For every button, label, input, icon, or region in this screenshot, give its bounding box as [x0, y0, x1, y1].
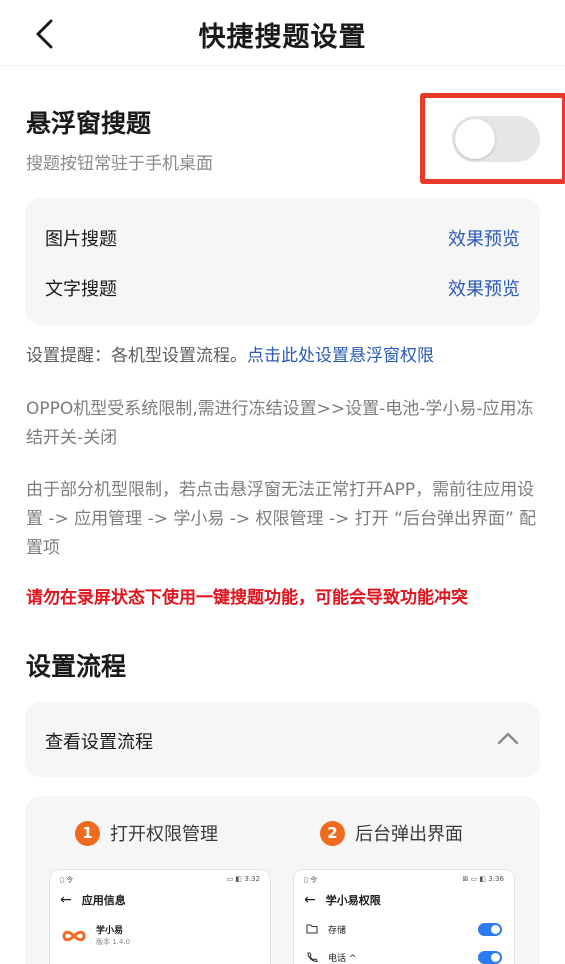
list-item-image-search: 图片搜题 效果预览	[45, 225, 520, 255]
floating-search-toggle[interactable]	[452, 116, 540, 162]
text-search-label: 文字搜题	[45, 279, 117, 300]
phone-icon	[307, 952, 318, 962]
setup-flow-title: 设置流程	[26, 652, 127, 681]
step-2-badge: 2	[320, 820, 345, 846]
header-bar: 快捷搜题设置	[0, 0, 565, 66]
permission-row-storage: 存储	[306, 921, 502, 937]
phone-header-title: 应用信息	[81, 894, 126, 907]
float-permission-link[interactable]: 点击此处设置悬浮窗权限	[247, 346, 434, 366]
phone-screenshot-app-info: ▯ 令 ▭ ◧ 3:32 ← 应用信息 学小易 版本 1.4.0	[49, 869, 271, 964]
phone-header: ← 学小易权限	[304, 892, 381, 908]
text-search-preview-link[interactable]: 效果预览	[448, 275, 520, 301]
step-1: 1 打开权限管理	[75, 820, 218, 846]
image-search-preview-link[interactable]: 效果预览	[448, 225, 520, 251]
phone-app-name: 学小易	[96, 926, 124, 936]
floating-search-title: 悬浮窗搜题	[26, 109, 152, 138]
step-2: 2 后台弹出界面	[320, 820, 463, 846]
reminder-text: 设置提醒：各机型设置流程。	[26, 346, 247, 366]
folder-icon	[306, 924, 318, 934]
step-2-label: 后台弹出界面	[355, 824, 463, 845]
permission-label: 存储	[328, 925, 347, 936]
phone-status-bar: ▯ 令 ⊠ ▭ ◧ 3:36	[304, 875, 504, 885]
floating-search-subtitle: 搜题按钮常驻于手机桌面	[26, 154, 213, 174]
phone-app-entry: 学小易 版本 1.4.0	[62, 925, 130, 947]
view-flow-label: 查看设置流程	[45, 732, 153, 753]
app-logo-icon	[62, 930, 86, 942]
permission-label: 电话 ^	[328, 953, 357, 964]
flow-steps-card: 1 打开权限管理 2 后台弹出界面 ▯ 令 ▭ ◧ 3:32 ← 应用信息 学小…	[25, 796, 540, 964]
status-left: ▯ 令	[304, 876, 318, 884]
back-arrow-icon: ←	[304, 892, 316, 908]
status-right: ▭ ◧ 3:32	[226, 875, 260, 883]
recording-warning: 请勿在录屏状态下使用一键搜题功能，可能会导致功能冲突	[26, 588, 468, 608]
toggle-knob	[455, 119, 495, 159]
permission-row-phone: 电话 ^	[306, 949, 502, 964]
phone-app-version: 版本 1.4.0	[96, 938, 131, 946]
list-item-text-search: 文字搜题 效果预览	[45, 275, 520, 305]
chevron-up-icon[interactable]	[496, 726, 520, 750]
step-1-badge: 1	[75, 820, 100, 846]
phone-screenshot-permissions: ▯ 令 ⊠ ▭ ◧ 3:36 ← 学小易权限 存储 电话 ^	[293, 869, 515, 964]
permission-switch	[478, 922, 502, 936]
image-search-label: 图片搜题	[45, 229, 117, 250]
status-right: ⊠ ▭ ◧ 3:36	[462, 875, 505, 883]
search-types-card: 图片搜题 效果预览 文字搜题 效果预览	[25, 198, 540, 325]
back-arrow-icon: ←	[60, 892, 72, 908]
phone-status-bar: ▯ 令 ▭ ◧ 3:32	[60, 875, 260, 885]
setup-reminder: 设置提醒：各机型设置流程。点击此处设置悬浮窗权限	[26, 342, 541, 371]
status-left: ▯ 令	[60, 876, 74, 884]
oppo-note: OPPO机型受系统限制,需进行冻结设置>>设置-电池-学小易-应用冻结开关-关闭	[26, 399, 534, 448]
permission-switch	[478, 950, 502, 964]
phone-header: ← 应用信息	[60, 892, 126, 908]
page-title: 快捷搜题设置	[198, 22, 367, 53]
model-note: 由于部分机型限制，若点击悬浮窗无法正常打开APP，需前往应用设置 -> 应用管理…	[26, 480, 537, 558]
step-1-label: 打开权限管理	[110, 824, 218, 845]
view-flow-card[interactable]: 查看设置流程	[25, 702, 540, 777]
phone-header-title: 学小易权限	[325, 894, 381, 907]
